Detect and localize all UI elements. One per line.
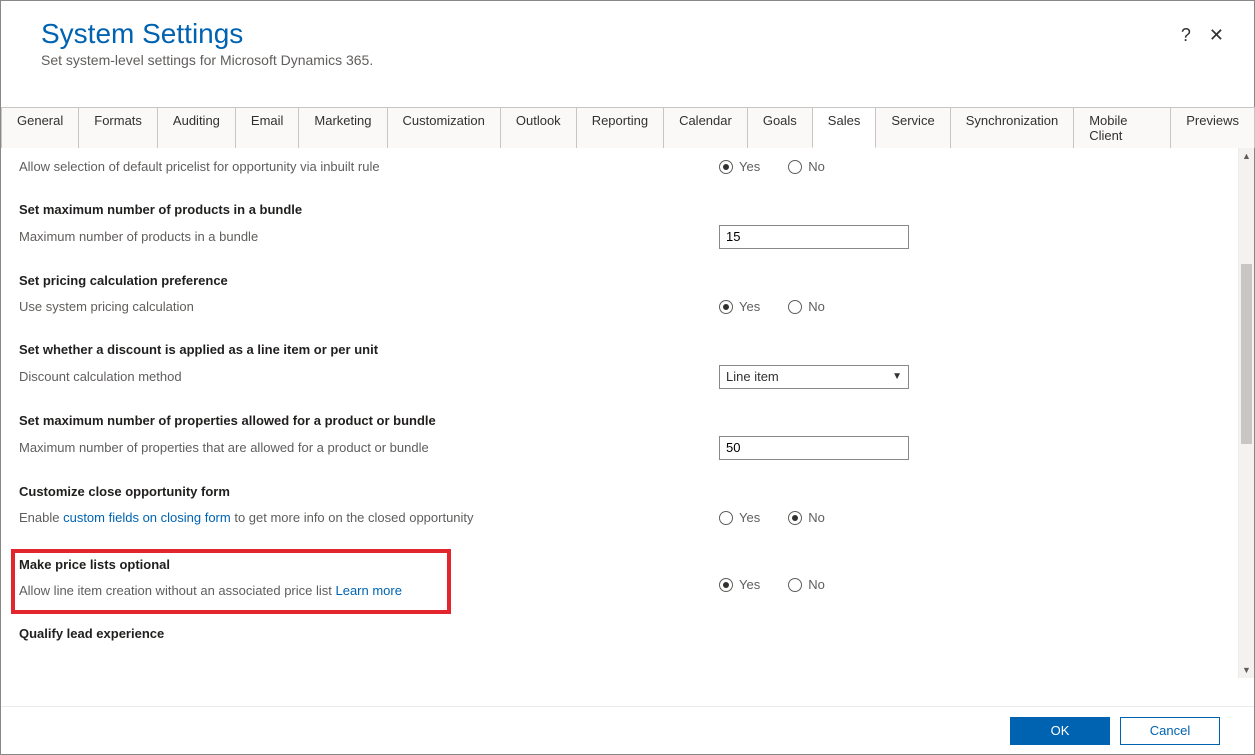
radio-default-pricelist-yes[interactable]: Yes bbox=[719, 159, 760, 174]
tab-formats[interactable]: Formats bbox=[78, 107, 158, 148]
section-qualify-lead: Qualify lead experience bbox=[19, 626, 1236, 641]
radio-default-pricelist: Yes No bbox=[719, 159, 1236, 174]
row-close-opp: Enable custom fields on closing form to … bbox=[19, 505, 1236, 531]
radio-icon bbox=[788, 578, 802, 592]
radio-close-opp: Yes No bbox=[719, 510, 1236, 525]
title-block: System Settings Set system-level setting… bbox=[41, 19, 373, 68]
tab-outlook[interactable]: Outlook bbox=[500, 107, 577, 148]
section-pricelists-optional: Make price lists optional bbox=[15, 557, 441, 572]
radio-icon bbox=[719, 578, 733, 592]
cancel-button[interactable]: Cancel bbox=[1120, 717, 1220, 745]
label-max-props: Maximum number of properties that are al… bbox=[19, 440, 719, 455]
dialog-header: System Settings Set system-level setting… bbox=[1, 1, 1254, 78]
radio-pricing-pref-no[interactable]: No bbox=[788, 299, 825, 314]
radio-icon bbox=[719, 511, 733, 525]
label-discount: Discount calculation method bbox=[19, 369, 719, 384]
scroll-up-icon[interactable]: ▲ bbox=[1239, 148, 1254, 164]
scroll-down-icon[interactable]: ▼ bbox=[1239, 662, 1254, 678]
radio-icon bbox=[788, 300, 802, 314]
radio-pricelists-no[interactable]: No bbox=[788, 577, 825, 592]
section-close-opp: Customize close opportunity form bbox=[19, 484, 1236, 499]
radio-pricing-pref: Yes No bbox=[719, 299, 1236, 314]
radio-pricelists-yes[interactable]: Yes bbox=[719, 577, 760, 592]
label-default-pricelist: Allow selection of default pricelist for… bbox=[19, 159, 719, 174]
input-max-props[interactable] bbox=[719, 436, 909, 460]
row-max-bundle: Maximum number of products in a bundle bbox=[19, 223, 1236, 251]
row-default-pricelist: Allow selection of default pricelist for… bbox=[19, 154, 1236, 180]
tab-reporting[interactable]: Reporting bbox=[576, 107, 664, 148]
tab-service[interactable]: Service bbox=[875, 107, 950, 148]
link-learn-more[interactable]: Learn more bbox=[335, 583, 401, 598]
row-pricing-pref: Use system pricing calculation Yes No bbox=[19, 294, 1236, 320]
tab-marketing[interactable]: Marketing bbox=[298, 107, 387, 148]
control-max-props bbox=[719, 436, 1236, 460]
header-icons: ? ✕ bbox=[1181, 19, 1224, 46]
page-subtitle: Set system-level settings for Microsoft … bbox=[41, 52, 373, 68]
input-max-bundle[interactable] bbox=[719, 225, 909, 249]
section-max-props: Set maximum number of properties allowed… bbox=[19, 413, 1236, 428]
tab-strip: GeneralFormatsAuditingEmailMarketingCust… bbox=[1, 106, 1254, 148]
tab-general[interactable]: General bbox=[1, 107, 79, 148]
tab-goals[interactable]: Goals bbox=[747, 107, 813, 148]
label-max-bundle: Maximum number of products in a bundle bbox=[19, 229, 719, 244]
chevron-down-icon: ▼ bbox=[892, 371, 902, 382]
radio-icon bbox=[719, 300, 733, 314]
control-max-bundle bbox=[719, 225, 1236, 249]
ok-button[interactable]: OK bbox=[1010, 717, 1110, 745]
dialog-footer: OK Cancel bbox=[1, 706, 1254, 754]
radio-pricelists-optional: Yes No bbox=[719, 577, 1236, 592]
settings-content: Set whether the default pricelist for an… bbox=[1, 148, 1254, 678]
section-max-bundle: Set maximum number of products in a bund… bbox=[19, 202, 1236, 217]
tab-email[interactable]: Email bbox=[235, 107, 300, 148]
section-pricing-pref: Set pricing calculation preference bbox=[19, 273, 1236, 288]
tab-synchronization[interactable]: Synchronization bbox=[950, 107, 1075, 148]
vertical-scrollbar[interactable]: ▲ ▼ bbox=[1238, 148, 1254, 678]
row-discount: Discount calculation method Line item ▼ bbox=[19, 363, 1236, 391]
content-wrap: Set whether the default pricelist for an… bbox=[1, 148, 1254, 678]
radio-default-pricelist-no[interactable]: No bbox=[788, 159, 825, 174]
help-icon[interactable]: ? bbox=[1181, 25, 1191, 46]
label-close-opp: Enable custom fields on closing form to … bbox=[19, 510, 719, 525]
label-pricing-pref: Use system pricing calculation bbox=[19, 299, 719, 314]
tab-customization[interactable]: Customization bbox=[387, 107, 501, 148]
link-custom-fields[interactable]: custom fields on closing form bbox=[63, 510, 231, 525]
radio-icon bbox=[788, 511, 802, 525]
radio-close-opp-yes[interactable]: Yes bbox=[719, 510, 760, 525]
label-pricelists-optional: Allow line item creation without an asso… bbox=[15, 583, 402, 598]
tab-mobile-client[interactable]: Mobile Client bbox=[1073, 107, 1171, 148]
tab-sales[interactable]: Sales bbox=[812, 107, 877, 148]
select-discount-method[interactable]: Line item ▼ bbox=[719, 365, 909, 389]
tab-previews[interactable]: Previews bbox=[1170, 107, 1255, 148]
select-discount-value: Line item bbox=[726, 369, 779, 384]
scroll-thumb[interactable] bbox=[1241, 264, 1252, 444]
radio-close-opp-no[interactable]: No bbox=[788, 510, 825, 525]
row-max-props: Maximum number of properties that are al… bbox=[19, 434, 1236, 462]
page-title: System Settings bbox=[41, 19, 373, 50]
section-discount: Set whether a discount is applied as a l… bbox=[19, 342, 1236, 357]
close-icon[interactable]: ✕ bbox=[1209, 25, 1224, 46]
radio-icon bbox=[788, 160, 802, 174]
radio-icon bbox=[719, 160, 733, 174]
control-discount: Line item ▼ bbox=[719, 365, 1236, 389]
tab-auditing[interactable]: Auditing bbox=[157, 107, 236, 148]
radio-pricing-pref-yes[interactable]: Yes bbox=[719, 299, 760, 314]
tab-calendar[interactable]: Calendar bbox=[663, 107, 748, 148]
